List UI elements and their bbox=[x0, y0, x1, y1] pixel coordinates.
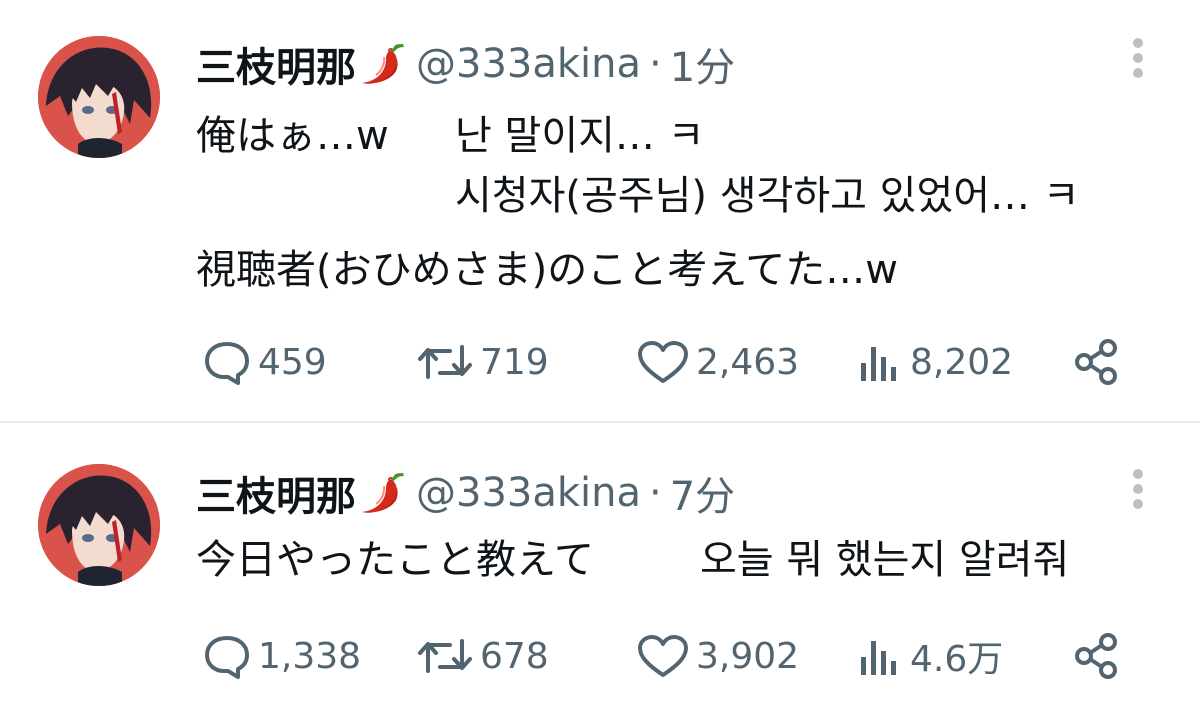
more-vertical-icon[interactable] bbox=[1128, 467, 1148, 511]
like-count: 2,463 bbox=[696, 341, 800, 383]
share-icon bbox=[1072, 632, 1120, 680]
like-button[interactable]: 3,902 bbox=[636, 628, 799, 684]
retweet-count: 719 bbox=[480, 341, 549, 383]
author-name[interactable]: 三枝明那 bbox=[196, 35, 356, 93]
separator-dot: · bbox=[649, 470, 662, 516]
views-count: 8,202 bbox=[910, 341, 1014, 383]
avatar[interactable] bbox=[38, 464, 160, 586]
retweet-button[interactable]: 678 bbox=[416, 628, 549, 684]
retweet-icon bbox=[416, 633, 474, 679]
tweet-actions: 459 719 2,463 8,202 bbox=[0, 334, 1200, 390]
retweet-icon bbox=[416, 339, 474, 385]
author-name[interactable]: 三枝明那 bbox=[196, 464, 356, 522]
tweet-header: 三枝明那 @333akina · 7分 bbox=[196, 465, 735, 521]
heart-icon bbox=[636, 633, 690, 679]
share-button[interactable] bbox=[1072, 334, 1120, 390]
retweet-button[interactable]: 719 bbox=[416, 334, 549, 390]
timestamp[interactable]: 7分 bbox=[670, 464, 735, 522]
more-vertical-icon[interactable] bbox=[1128, 36, 1148, 80]
views-button[interactable]: 8,202 bbox=[856, 334, 1013, 390]
views-count: 4.6万 bbox=[910, 639, 1004, 680]
chili-pepper-icon bbox=[358, 470, 410, 516]
chili-pepper-icon bbox=[358, 41, 410, 87]
tweet-text-line: 난 말이지… ㅋ bbox=[455, 113, 705, 159]
tweet-text-line: 今日やったこと教えて bbox=[196, 537, 594, 583]
like-button[interactable]: 2,463 bbox=[636, 334, 799, 390]
tweet-text-line: 오늘 뭐 했는지 알려줘 bbox=[700, 537, 1070, 583]
speech-bubble-icon bbox=[202, 633, 252, 679]
author-handle[interactable]: @333akina bbox=[416, 470, 641, 516]
bar-chart-icon bbox=[856, 633, 904, 679]
tweet[interactable]: 三枝明那 @333akina · 1分 俺はぁ…w 난 말이지… ㅋ 시청자(공… bbox=[0, 0, 1200, 422]
tweet-header: 三枝明那 @333akina · 1分 bbox=[196, 36, 735, 92]
timestamp[interactable]: 1分 bbox=[670, 35, 735, 93]
speech-bubble-icon bbox=[202, 339, 252, 385]
reply-button[interactable]: 1,338 bbox=[202, 628, 361, 684]
reply-count: 1,338 bbox=[258, 635, 362, 677]
share-button[interactable] bbox=[1072, 628, 1120, 684]
tweet[interactable]: 三枝明那 @333akina · 7分 今日やったこと教えて 오늘 뭐 했는지 … bbox=[0, 423, 1200, 707]
share-icon bbox=[1072, 338, 1120, 386]
tweet-text-line: 俺はぁ…w bbox=[196, 113, 389, 159]
separator-dot: · bbox=[649, 41, 662, 87]
reply-count: 459 bbox=[258, 341, 327, 383]
tweet-actions: 1,338 678 3,902 4.6万 bbox=[0, 628, 1200, 684]
reply-button[interactable]: 459 bbox=[202, 334, 327, 390]
author-handle[interactable]: @333akina bbox=[416, 41, 641, 87]
like-count: 3,902 bbox=[696, 635, 800, 677]
tweet-text-line: 視聴者(おひめさま)のこと考えてた…w bbox=[196, 247, 898, 293]
tweet-text-line: 시청자(공주님) 생각하고 있었어… ㅋ bbox=[455, 173, 1080, 219]
avatar[interactable] bbox=[38, 36, 160, 158]
views-button[interactable]: 4.6万 bbox=[856, 628, 1003, 684]
bar-chart-icon bbox=[856, 339, 904, 385]
retweet-count: 678 bbox=[480, 635, 549, 677]
heart-icon bbox=[636, 339, 690, 385]
